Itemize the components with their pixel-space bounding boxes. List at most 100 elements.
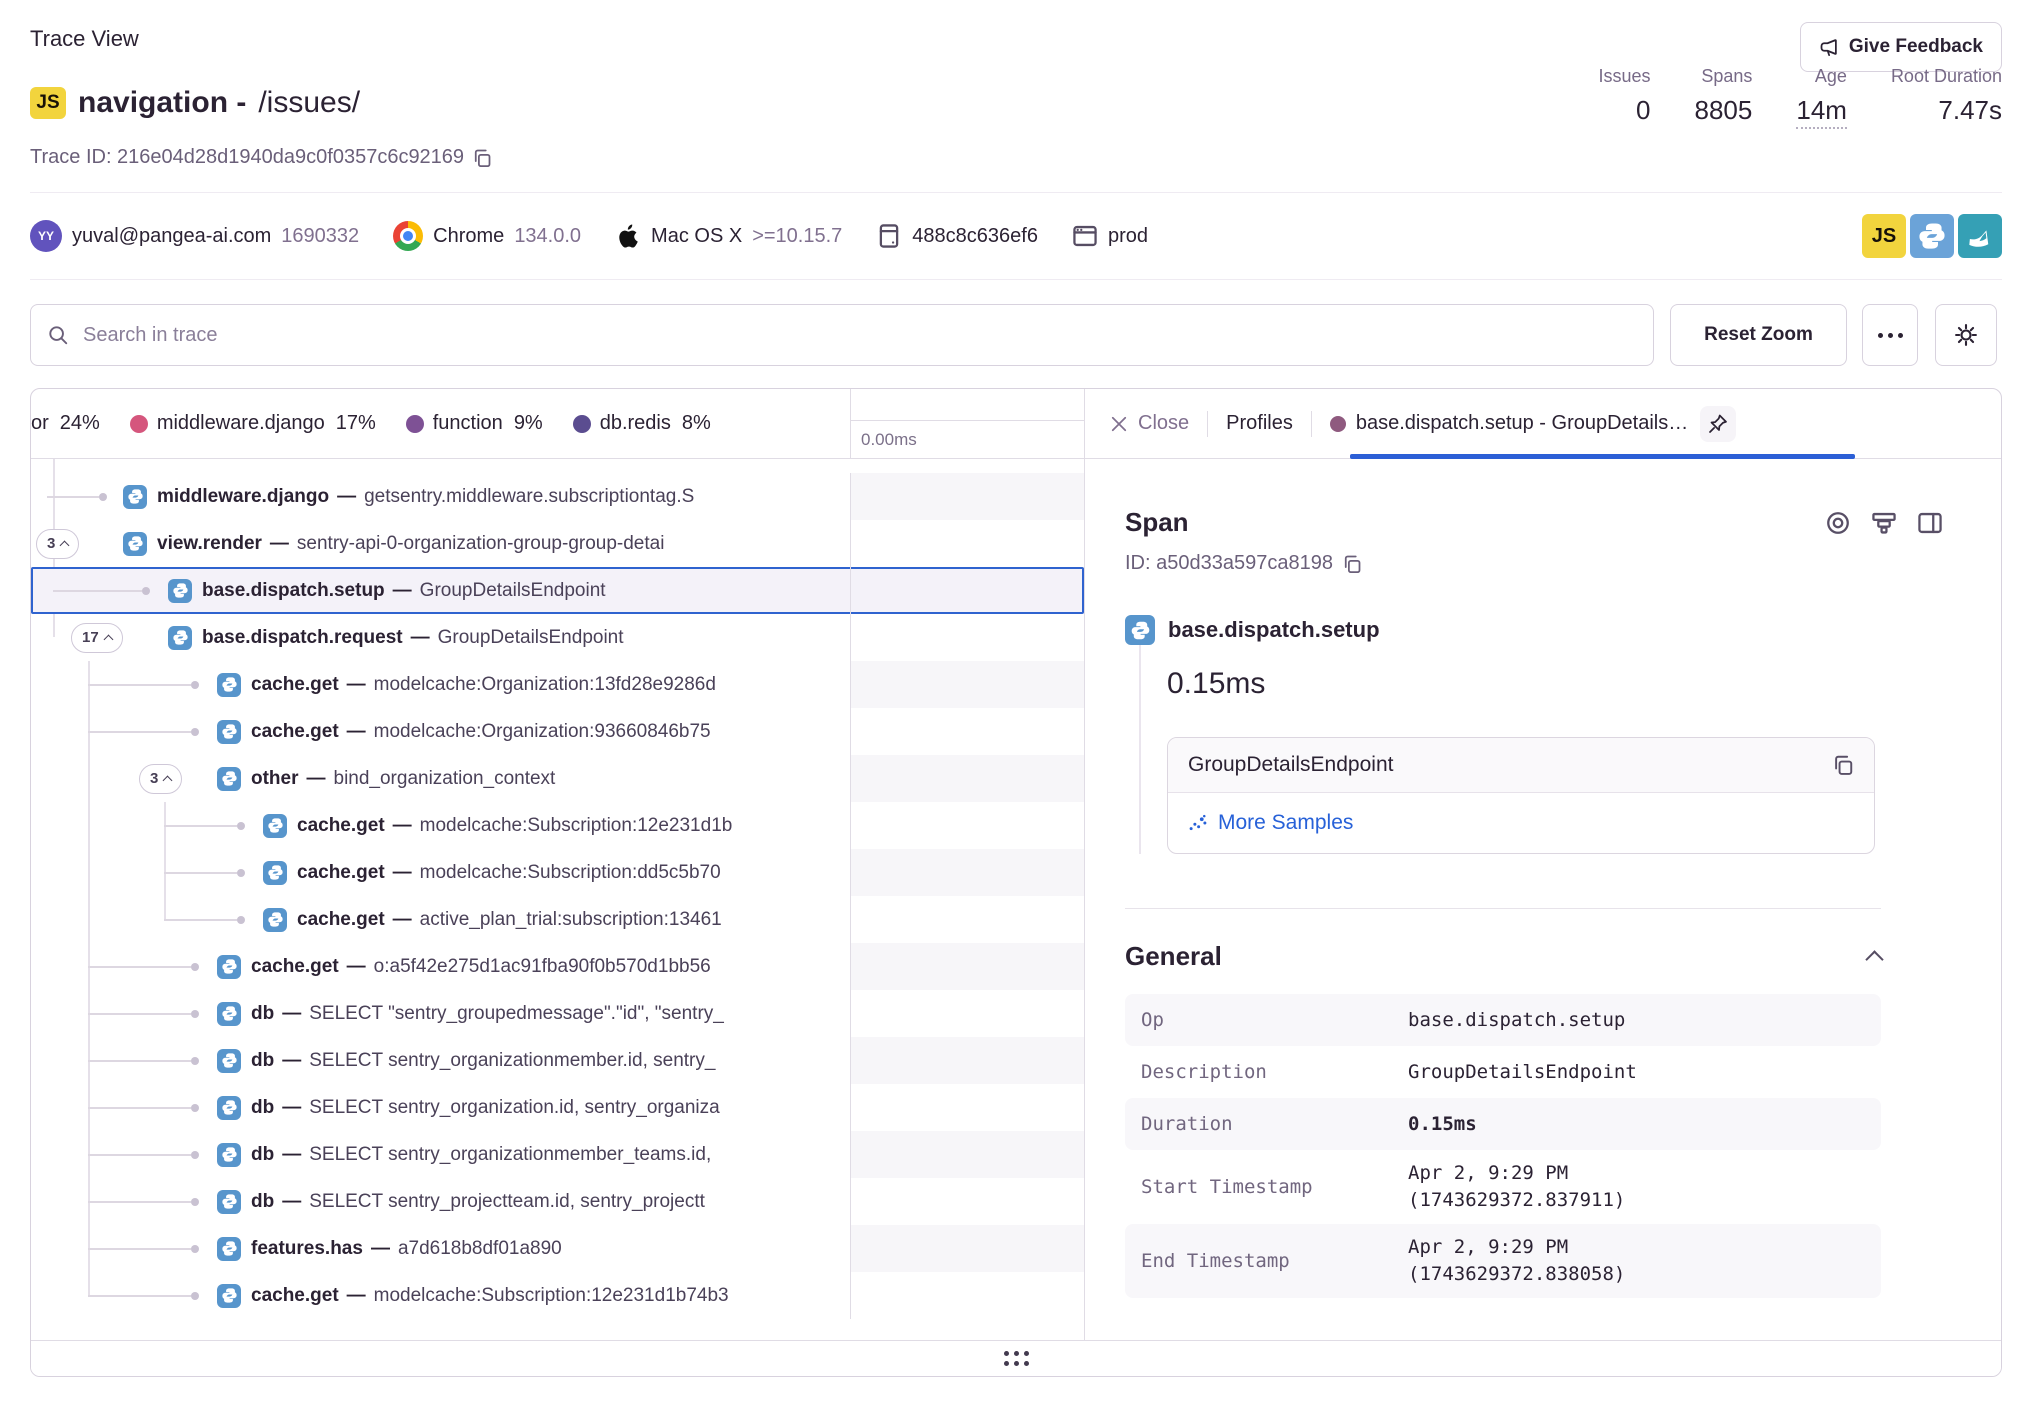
platform-icons: JS	[1862, 214, 2002, 258]
device-id: 488c8c636ef6	[912, 225, 1038, 248]
browser-version: 134.0.0	[514, 225, 581, 248]
more-options-button[interactable]	[1862, 304, 1918, 366]
focus-span-icon[interactable]	[1825, 510, 1851, 536]
reset-zoom-button[interactable]: Reset Zoom	[1670, 304, 1847, 366]
search-box	[30, 304, 1654, 366]
span-heading: Span	[1125, 507, 1189, 538]
timeline-cell	[850, 1131, 1084, 1178]
stat-age: Age 14m	[1796, 66, 1847, 129]
timeline-cell	[850, 896, 1084, 943]
copy-icon[interactable]	[472, 148, 492, 168]
timeline-header: 0.00ms	[850, 389, 1084, 458]
settings-button[interactable]	[1935, 304, 1997, 366]
span-tree: middleware.django—getsentry.middleware.s…	[31, 459, 1084, 1343]
timeline-cell	[850, 614, 1084, 661]
python-icon	[123, 532, 147, 556]
trace-title-row: JS navigation - /issues/	[30, 86, 360, 120]
span-row-cache-get[interactable]: cache.get—active_plan_trial:subscription…	[31, 896, 1084, 943]
span-row-db[interactable]: db—SELECT "sentry_groupedmessage"."id", …	[31, 990, 1084, 1037]
close-tab-button[interactable]: Close	[1109, 412, 1189, 435]
copy-icon[interactable]	[1832, 754, 1854, 776]
general-heading: General	[1125, 941, 1222, 972]
user-meta[interactable]: YY yuval@pangea-ai.com 1690332	[30, 220, 359, 252]
legend-dot	[130, 415, 148, 433]
expand-collapse-badge[interactable]: 17	[71, 623, 123, 653]
tab-span-active[interactable]: base.dispatch.setup - GroupDetails…	[1330, 412, 1688, 435]
user-id: 1690332	[281, 225, 359, 248]
span-detail-content: Span ID: a50d33a597ca8198 base.dispatch.…	[1085, 459, 2001, 1298]
trace-waterfall-card: or 24% middleware.django 17% function 9%…	[30, 388, 2002, 1377]
span-row-db[interactable]: db—SELECT sentry_organizationmember_team…	[31, 1131, 1084, 1178]
timeline-cell	[850, 849, 1084, 896]
section-divider	[1125, 908, 1881, 909]
span-row-cache-get[interactable]: cache.get—modelcache:Subscription:dd5c5b…	[31, 849, 1084, 896]
search-icon	[47, 324, 69, 346]
timeline-cell	[850, 1084, 1084, 1131]
span-op-dot	[1330, 416, 1346, 432]
environment-name: prod	[1108, 225, 1148, 248]
span-row-db[interactable]: db—SELECT sentry_organization.id, sentry…	[31, 1084, 1084, 1131]
span-row-other[interactable]: 3 other—bind_organization_context	[31, 755, 1084, 802]
legend-item-db-redis[interactable]: db.redis 8%	[573, 412, 711, 435]
tab-profiles[interactable]: Profiles	[1226, 412, 1293, 435]
expand-collapse-badge[interactable]: 3	[139, 764, 182, 794]
span-row-cache-get[interactable]: cache.get—modelcache:Organization:936608…	[31, 708, 1084, 755]
span-row-cache-get[interactable]: cache.get—modelcache:Subscription:12e231…	[31, 1272, 1084, 1319]
give-feedback-button[interactable]: Give Feedback	[1800, 22, 2002, 72]
trace-title: navigation -	[78, 86, 246, 120]
tree-connector	[164, 919, 237, 921]
panel-layout-icon[interactable]	[1917, 510, 1943, 536]
waterfall-header: or 24% middleware.django 17% function 9%…	[31, 389, 1084, 459]
span-row-db[interactable]: db—SELECT sentry_organizationmember.id, …	[31, 1037, 1084, 1084]
table-row: Description GroupDetailsEndpoint	[1125, 1046, 1881, 1098]
os-name: Mac OS X	[651, 225, 742, 248]
timeline-tick-label: 0.00ms	[851, 420, 1084, 460]
copy-icon[interactable]	[1342, 554, 1362, 574]
stat-root-duration: Root Duration 7.47s	[1891, 66, 2002, 129]
device-icon	[876, 223, 902, 249]
table-row: End Timestamp Apr 2, 9:29 PM(1743629372.…	[1125, 1224, 1881, 1298]
python-icon	[1125, 615, 1155, 645]
tree-connector	[164, 825, 237, 827]
python-icon	[217, 1049, 241, 1073]
trace-view-page: Trace View Give Feedback JS navigation -…	[0, 0, 2032, 1404]
span-row-cache-get[interactable]: cache.get—modelcache:Organization:13fd28…	[31, 661, 1084, 708]
browser-name: Chrome	[433, 225, 504, 248]
span-row-base-dispatch-setup-selected[interactable]: base.dispatch.setup—GroupDetailsEndpoint	[31, 567, 1084, 614]
legend-item-middleware-django[interactable]: middleware.django 17%	[130, 412, 376, 435]
span-row-view-render[interactable]: 3 view.render—sentry-api-0-organization-…	[31, 520, 1084, 567]
collapse-section-icon[interactable]	[1865, 950, 1883, 968]
span-row-base-dispatch-request[interactable]: 17 base.dispatch.request—GroupDetailsEnd…	[31, 614, 1084, 661]
stat-spans: Spans 8805	[1695, 66, 1753, 129]
legend-dot	[573, 415, 591, 433]
give-feedback-label: Give Feedback	[1849, 36, 1983, 58]
span-row-features-has[interactable]: features.has—a7d618b8df01a890	[31, 1225, 1084, 1272]
span-row-cache-get[interactable]: cache.get—o:a5f42e275d1ac91fba90f0b570d1…	[31, 943, 1084, 990]
search-input[interactable]	[30, 304, 1654, 366]
legend-item-clipped[interactable]: or 24%	[31, 412, 100, 435]
tree-connector	[88, 1295, 191, 1297]
python-icon	[168, 579, 192, 603]
span-row-db[interactable]: db—SELECT sentry_projectteam.id, sentry_…	[31, 1178, 1084, 1225]
general-table: Op base.dispatch.setup Description Group…	[1125, 994, 1881, 1298]
active-tab-underline	[1350, 454, 1855, 459]
close-icon	[1109, 414, 1129, 434]
detail-tabs: Close Profiles base.dispatch.setup - Gro…	[1085, 389, 2001, 459]
more-samples-link[interactable]: More Samples	[1188, 811, 1854, 835]
python-icon	[217, 1002, 241, 1026]
environment-meta: prod	[1072, 223, 1148, 249]
tree-connector	[88, 1060, 191, 1062]
tree-connector	[88, 966, 191, 968]
legend-item-function[interactable]: function 9%	[406, 412, 543, 435]
environment-icon	[1072, 223, 1098, 249]
span-row-cache-get[interactable]: cache.get—modelcache:Subscription:12e231…	[31, 802, 1084, 849]
stat-issues: Issues 0	[1598, 66, 1650, 129]
drag-handle-icon[interactable]	[1004, 1351, 1029, 1366]
pin-tab-button[interactable]	[1700, 406, 1736, 442]
waterfall-icon[interactable]	[1871, 510, 1897, 536]
tree-connector	[88, 1154, 191, 1156]
span-row-middleware-django[interactable]: middleware.django—getsentry.middleware.s…	[31, 473, 1084, 520]
span-op-title: base.dispatch.setup	[1125, 615, 2001, 645]
expand-collapse-badge[interactable]: 3	[36, 529, 79, 559]
trace-toolbar: Reset Zoom	[30, 304, 2002, 366]
